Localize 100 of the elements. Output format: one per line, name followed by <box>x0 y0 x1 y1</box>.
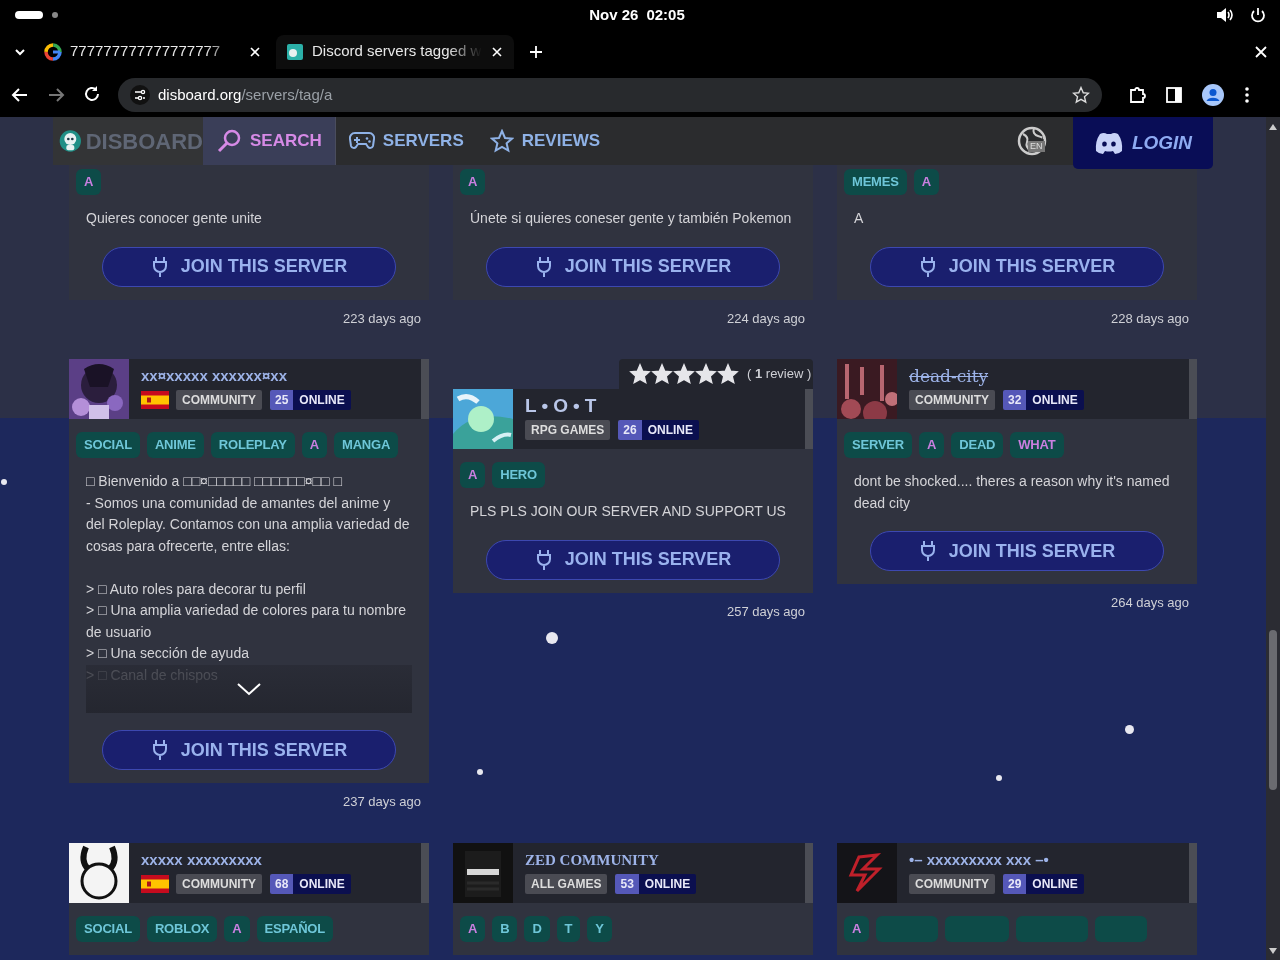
mascot-favicon-icon <box>286 42 304 61</box>
online-label: ONLINE <box>638 873 697 894</box>
tag-chip[interactable]: WHAT <box>1010 432 1064 458</box>
tag-chip[interactable]: MANGA <box>334 432 399 458</box>
join-button[interactable]: JOIN THIS SERVER <box>102 246 396 287</box>
site-settings-icon[interactable] <box>130 85 150 105</box>
member-count: 32 <box>1003 390 1027 410</box>
gamepad-icon <box>348 131 375 151</box>
category-label[interactable]: COMMUNITY <box>176 873 262 894</box>
login-button[interactable]: LOGIN <box>1073 117 1213 169</box>
tag-chip[interactable]: ROLEPLAY <box>210 432 295 458</box>
close-icon[interactable] <box>248 44 262 59</box>
globe-icon[interactable] <box>1016 125 1048 157</box>
tag-chip[interactable]: A <box>460 169 486 195</box>
star-dot <box>477 769 483 775</box>
server-description: A <box>854 209 865 228</box>
tag-chip[interactable]: A <box>76 169 102 195</box>
profile-icon[interactable] <box>1202 84 1224 106</box>
tag-chip[interactable]: HERO <box>492 462 545 488</box>
menu-icon[interactable] <box>1244 86 1250 104</box>
tag-chip[interactable]: A <box>919 432 945 458</box>
server-name[interactable]: xx¤xxxxx xxxxxx¤xx <box>141 366 351 386</box>
nav-tab[interactable]: SEARCH <box>203 117 336 165</box>
close-icon[interactable] <box>490 44 504 59</box>
tag-chip[interactable]: SOCIAL <box>76 432 140 458</box>
server-description: Quieres conocer gente unite <box>86 209 263 228</box>
desk-dot-icon[interactable] <box>52 12 58 18</box>
scrollbar[interactable] <box>1266 117 1280 960</box>
server-name[interactable]: xxxxx xxxxxxxxx <box>141 849 351 870</box>
scroll-up-icon[interactable] <box>1269 124 1277 130</box>
tag-placeholder <box>876 915 939 942</box>
date-text: Nov 26 <box>589 4 639 25</box>
tag-chip[interactable]: SOCIAL <box>76 915 140 942</box>
member-count: 25 <box>270 390 294 410</box>
category-label[interactable]: COMMUNITY <box>176 390 262 410</box>
tag-chip[interactable]: MEMES <box>844 169 907 195</box>
server-description: dont be shocked.... theres a reason why it's named dead city <box>854 472 1171 513</box>
join-button[interactable]: JOIN THIS SERVER <box>486 246 780 287</box>
category-label[interactable]: COMMUNITY <box>909 390 995 410</box>
category-label[interactable]: RPG GAMES <box>525 420 611 440</box>
tag-chip[interactable]: DEAD <box>951 432 1004 458</box>
new-tab-icon[interactable] <box>528 43 544 60</box>
spain-flag-icon <box>141 391 169 409</box>
join-button[interactable]: JOIN THIS SERVER <box>486 539 780 580</box>
browser-tab[interactable]: Discord servers tagged w <box>276 34 514 69</box>
join-button[interactable]: JOIN THIS SERVER <box>870 246 1164 287</box>
browser-tab[interactable]: 777777777777777777 <box>34 34 272 69</box>
tag-chip[interactable]: T <box>556 915 581 942</box>
tag-chip[interactable]: ROBLOX <box>146 915 218 942</box>
server-name[interactable]: ZED COMMUNITY <box>525 849 697 870</box>
join-button[interactable]: JOIN THIS SERVER <box>102 730 396 770</box>
posted-time: 223 days ago <box>341 309 422 328</box>
star-dot <box>996 775 1002 781</box>
star-icon <box>489 129 514 153</box>
power-icon[interactable] <box>1250 7 1266 23</box>
online-label: ONLINE <box>1026 873 1084 894</box>
tag-chip[interactable]: D <box>524 915 550 942</box>
category-label[interactable]: COMMUNITY <box>909 873 995 894</box>
tag-chip[interactable]: ESPAÑOL <box>256 915 334 942</box>
nav-tab[interactable]: REVIEWS <box>476 117 614 165</box>
server-name[interactable]: dead-city <box>909 366 1084 386</box>
chat-logo-icon <box>1093 132 1124 154</box>
online-label: ONLINE <box>1026 390 1084 410</box>
review-tab[interactable]: ( 1 review ) <box>619 359 813 389</box>
star-icon <box>673 363 695 385</box>
spain-flag-icon <box>141 874 169 893</box>
chevron-down-icon <box>236 682 262 696</box>
tag-chip[interactable]: A <box>224 915 250 942</box>
tag-chip[interactable]: A <box>301 432 327 458</box>
tag-chip[interactable]: A <box>460 462 486 488</box>
tag-placeholder <box>1095 915 1148 942</box>
side-panel-icon[interactable] <box>1166 87 1182 103</box>
server-name[interactable]: •– xxxxxxxxx xxx –• <box>909 849 1084 870</box>
tab-title: Discord servers tagged w <box>312 41 482 62</box>
category-label[interactable]: ALL GAMES <box>525 873 608 894</box>
server-description: PLS PLS JOIN OUR SERVER AND SUPPORT US <box>470 502 787 521</box>
tag-chip[interactable]: B <box>492 915 518 942</box>
online-label: ONLINE <box>641 420 700 440</box>
tag-chip[interactable]: A <box>913 169 939 195</box>
tag-chip[interactable]: A <box>844 915 870 942</box>
scroll-down-icon[interactable] <box>1269 948 1277 954</box>
star-icon <box>695 363 717 385</box>
puzzle-icon[interactable] <box>1128 86 1146 104</box>
server-name[interactable]: L•O•T <box>525 396 700 416</box>
language-badge[interactable]: EN <box>1028 141 1045 152</box>
star-icon <box>651 363 673 385</box>
tag-chip[interactable]: A <box>460 915 486 942</box>
star-dot <box>546 632 558 644</box>
tag-chip[interactable]: Y <box>587 915 612 942</box>
close-icon[interactable] <box>1254 44 1268 59</box>
member-count: 68 <box>270 873 294 894</box>
join-button[interactable]: JOIN THIS SERVER <box>870 531 1164 571</box>
scrollbar-thumb[interactable] <box>1269 630 1277 790</box>
nav-tab[interactable]: SERVERS <box>335 117 477 165</box>
bookmark-star-icon[interactable] <box>1072 86 1090 104</box>
volume-icon[interactable] <box>1216 7 1234 23</box>
tag-chip[interactable]: ANIME <box>146 432 204 458</box>
launcher-icon[interactable] <box>14 10 44 20</box>
address-bar[interactable]: disboard.org/servers/tag/a <box>118 78 1102 112</box>
tag-chip[interactable]: SERVER <box>844 432 913 458</box>
